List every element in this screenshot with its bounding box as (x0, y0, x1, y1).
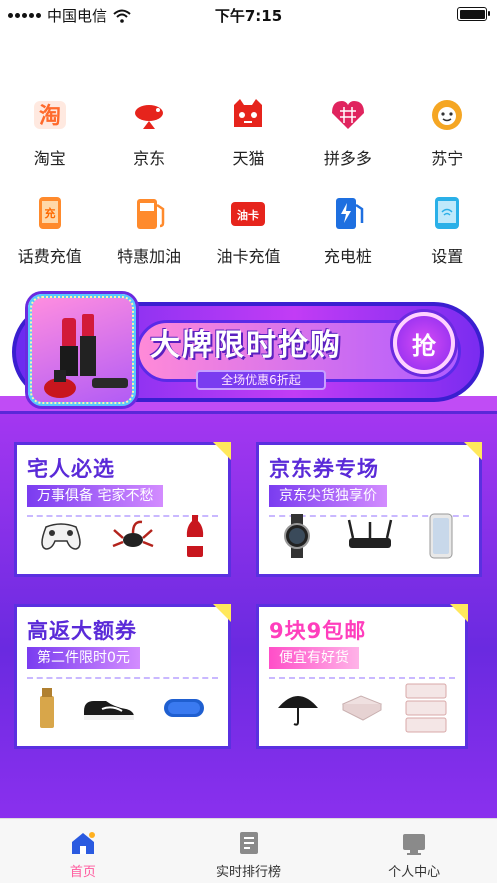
card-corner-decoration (213, 442, 231, 460)
taobao-icon: 淘 (30, 95, 70, 135)
shortcut-charging-pile[interactable]: 充电桩 (298, 193, 397, 288)
phone-recharge-icon: 充 (30, 193, 70, 233)
shortcut-phone-recharge[interactable]: 充 话费充值 (0, 193, 99, 288)
shortcut-label: 苏宁 (431, 149, 464, 168)
smartphone-icon (429, 513, 453, 559)
shortcut-label: 话费充值 (17, 247, 82, 266)
fuel-icon (129, 193, 169, 233)
ranking-icon (239, 832, 258, 854)
watch-icon (284, 514, 311, 558)
charging-pile-icon (328, 193, 368, 233)
cosmetics-image (28, 294, 136, 406)
shortcut-taobao[interactable]: 淘 淘宝 (0, 95, 99, 185)
tab-ranking[interactable]: 实时排行榜 (166, 819, 332, 883)
router-icon (347, 519, 393, 548)
card-products (267, 506, 471, 566)
card-subtitle: 京东尖货独享价 (269, 485, 387, 507)
sneaker-icon (84, 701, 135, 720)
cola-bottle-icon (186, 515, 203, 557)
shortcut-label: 淘宝 (33, 149, 66, 168)
storage-box-icon (341, 695, 383, 721)
battery-icon (457, 7, 490, 21)
card-products (25, 678, 220, 738)
shortcut-row-shopping: 淘 淘宝 京东 天猫 拼多多 苏宁 (0, 95, 497, 185)
flash-sale-banner: 宅人必选 万事俱备 宅家不愁 京东券专场 京东尖货独享价 高返大额券 第二件限时… (0, 290, 497, 883)
card-title: 宅人必选 (27, 457, 115, 481)
svg-text:充: 充 (44, 206, 55, 220)
status-time: 下午7:15 (214, 7, 283, 25)
card-corner-decoration (450, 604, 468, 622)
shortcut-fuel-card[interactable]: 油卡 油卡充值 (199, 193, 298, 288)
tab-home[interactable]: 首页 (0, 819, 166, 883)
food-container-icon (405, 683, 447, 733)
shortcut-suning[interactable]: 苏宁 (398, 95, 497, 185)
card-title: 9块9包邮 (269, 619, 367, 643)
shortcut-label: 京东 (133, 149, 166, 168)
tab-label: 实时排行榜 (216, 865, 282, 880)
toy-scorpion-icon (113, 520, 154, 548)
bottom-tab-bar: 首页 实时排行榜 个人中心 (0, 818, 497, 883)
card-cheap-free-shipping[interactable]: 9块9包邮 便宜有好货 (256, 604, 468, 749)
sunscreen-bottle-icon (39, 688, 54, 728)
shortcut-label: 拼多多 (323, 149, 372, 168)
lipstick-icon (44, 314, 128, 398)
card-subtitle: 第二件限时0元 (27, 647, 140, 669)
suning-icon (427, 95, 467, 135)
card-jd-coupon[interactable]: 京东券专场 京东尖货独享价 (256, 442, 482, 577)
card-stay-home[interactable]: 宅人必选 万事俱备 宅家不愁 (14, 442, 231, 577)
home-icon (71, 832, 95, 854)
flash-sale-subtitle: 全场优惠6折起 (196, 370, 326, 390)
shortcut-fuel[interactable]: 特惠加油 (99, 193, 198, 288)
card-subtitle: 便宜有好货 (269, 647, 359, 669)
fuel-card-icon: 油卡 (228, 193, 268, 233)
gamepad-icon (41, 523, 81, 550)
card-title: 京东券专场 (269, 457, 379, 481)
shortcut-label: 特惠加油 (117, 247, 182, 266)
shortcut-label: 设置 (431, 247, 464, 266)
flash-sale-title: 大牌限时抢购 (150, 328, 342, 363)
tab-label: 个人中心 (388, 865, 441, 880)
card-products (267, 678, 457, 738)
shortcut-settings[interactable]: 设置 (398, 193, 497, 288)
promo-stage: 宅人必选 万事俱备 宅家不愁 京东券专场 京东尖货独享价 高返大额券 第二件限时… (0, 396, 497, 883)
shortcut-jd[interactable]: 京东 (99, 95, 198, 185)
settings-icon (427, 193, 467, 233)
shortcut-pinduoduo[interactable]: 拼多多 (298, 95, 397, 185)
card-products (25, 506, 220, 566)
shortcut-label: 油卡充值 (216, 247, 281, 266)
bluetooth-speaker-icon (164, 699, 205, 717)
svg-text:淘: 淘 (39, 103, 61, 129)
card-high-rebate[interactable]: 高返大额券 第二件限时0元 (14, 604, 231, 749)
umbrella-icon (278, 696, 319, 726)
shortcut-label: 充电桩 (323, 247, 372, 266)
tab-label: 首页 (69, 865, 96, 880)
shortcut-grid: 淘 淘宝 京东 天猫 拼多多 苏宁 充 话费充值 特惠加油 油卡 油卡充值 充电… (0, 95, 497, 288)
pinduoduo-icon (328, 95, 368, 135)
tmall-icon (228, 95, 268, 135)
profile-icon (403, 834, 426, 855)
shortcut-label: 天猫 (232, 149, 265, 168)
grab-button[interactable]: 抢 (393, 312, 455, 374)
shortcut-row-services: 充 话费充值 特惠加油 油卡 油卡充值 充电桩 设置 (0, 193, 497, 288)
card-title: 高返大额券 (27, 619, 137, 643)
card-corner-decoration (213, 604, 231, 622)
card-corner-decoration (464, 442, 482, 460)
jd-icon (129, 95, 169, 135)
tab-profile[interactable]: 个人中心 (331, 819, 497, 883)
status-bar: 中国电信 下午7:15 (0, 0, 497, 30)
card-subtitle: 万事俱备 宅家不愁 (27, 485, 164, 507)
svg-text:油卡: 油卡 (237, 208, 259, 222)
shortcut-tmall[interactable]: 天猫 (199, 95, 298, 185)
